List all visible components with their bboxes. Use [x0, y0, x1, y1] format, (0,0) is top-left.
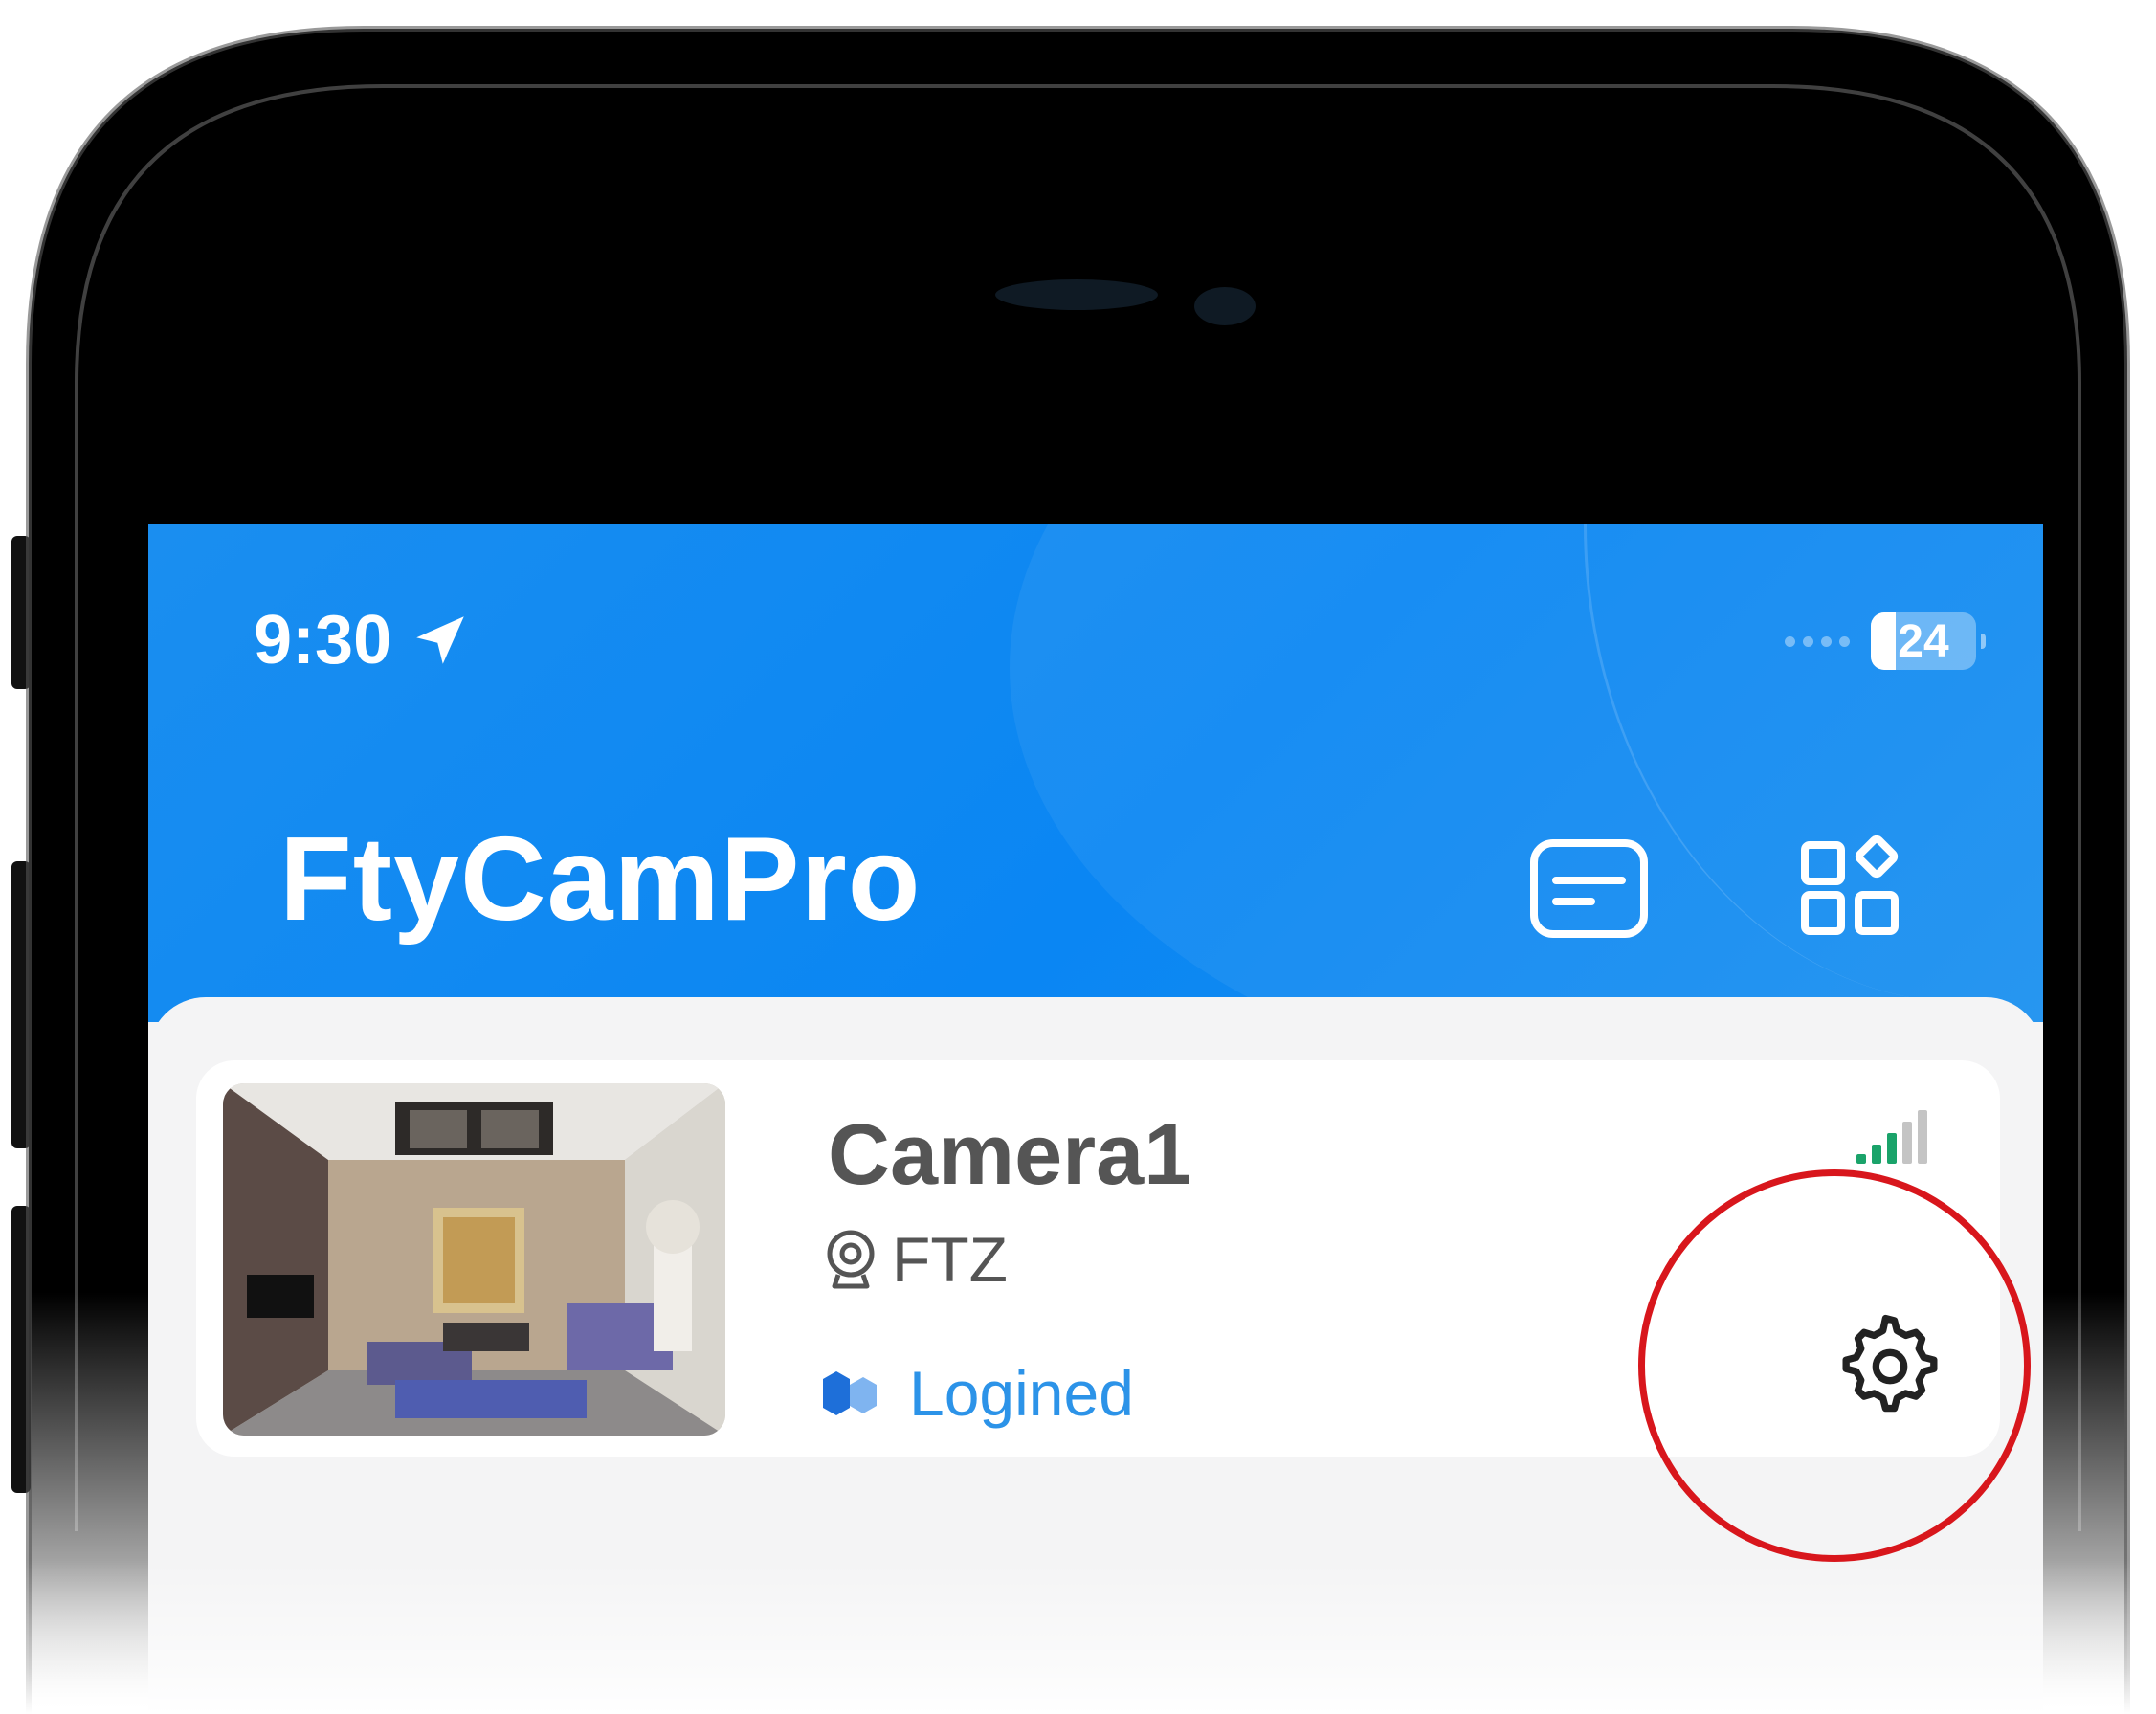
settings-highlight-circle — [1638, 1169, 2031, 1562]
message-list-icon — [1529, 838, 1648, 938]
apps-menu-button[interactable] — [1789, 831, 1914, 946]
messages-button[interactable] — [1526, 831, 1651, 946]
battery-level: 24 — [1898, 615, 1949, 667]
battery-icon: 24 — [1871, 612, 1986, 670]
bottom-fade — [0, 1560, 2156, 1714]
app-title: FtyCamPro — [279, 813, 922, 946]
status-right: 24 — [1785, 612, 1986, 670]
header-background: 9:30 24 FtyCamPro — [148, 524, 2043, 1022]
status-time-text: 9:30 — [254, 602, 392, 679]
webcam-icon — [827, 1230, 875, 1289]
camera-name: Camera1 — [828, 1107, 1192, 1203]
signal-dots-icon — [1785, 635, 1850, 647]
camera-model-text: FTZ — [892, 1224, 1008, 1295]
status-time: 9:30 — [254, 601, 472, 679]
signal-strength-icon — [1856, 1110, 1927, 1164]
apps-grid-icon — [1801, 835, 1899, 935]
location-arrow-icon — [416, 616, 464, 664]
camera-thumbnail[interactable] — [223, 1083, 725, 1436]
camera-status-text: Logined — [909, 1358, 1134, 1429]
hexagon-status-icon — [823, 1371, 877, 1415]
camera-status: Logined — [823, 1357, 1134, 1430]
camera-model: FTZ — [823, 1223, 1008, 1296]
